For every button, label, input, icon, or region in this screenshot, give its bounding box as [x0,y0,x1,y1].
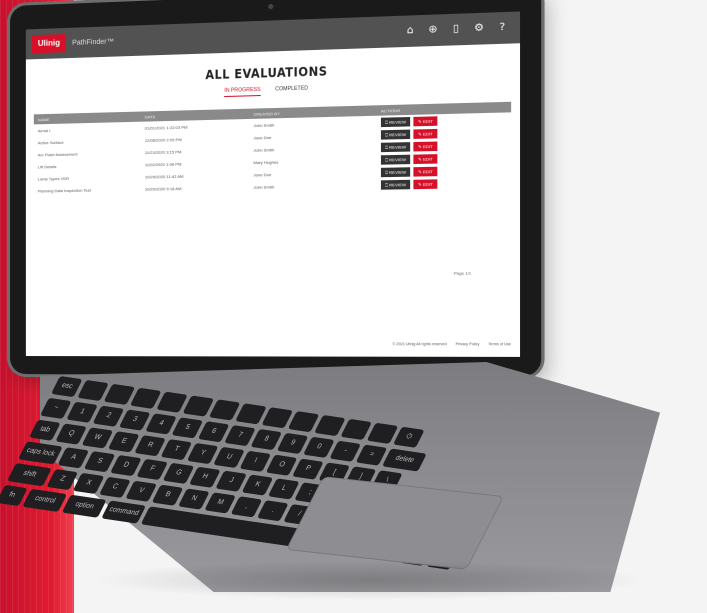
edit-button[interactable]: ✎ EDIT [413,140,438,151]
review-button[interactable]: ⎕ REVIEW [380,154,411,165]
edit-button[interactable]: ✎ EDIT [413,128,438,139]
product-name: PathFinder™ [72,37,114,47]
row-created-by: John Smith [253,146,275,153]
row-name: Active Surface [37,139,64,145]
keyboard-key: caps lock [18,441,63,465]
row-date: 10/20/2020 9:18 AM [144,185,182,192]
footer-copyright: © 2021 Ulinig All rights reserved [392,342,447,347]
tab-in-progress[interactable]: IN PROGRESS [224,86,261,98]
laptop-lid: Ulinig PathFinder™ ⌂ ⊕ ▯ ⚙ ? ALL EVALUAT… [10,0,542,377]
row-date: 11/02/2020 1:08 PM [144,160,182,167]
review-button[interactable]: ⎕ REVIEW [380,179,411,190]
document-icon[interactable]: ▯ [449,23,462,36]
row-name: Aerial I [37,127,51,133]
keyboard-key: option [61,494,107,518]
keyboard-key: shift [7,463,52,487]
tab-completed[interactable]: COMPLETED [275,85,308,95]
edit-button[interactable]: ✎ EDIT [413,153,438,164]
header-icons: ⌂ ⊕ ▯ ⚙ ? [404,21,509,37]
footer: © 2021 Ulinig All rights reserved Privac… [393,342,512,346]
row-created-by: Jane Doe [253,134,272,140]
laptop-shadow [90,560,650,600]
review-button[interactable]: ⎕ REVIEW [380,129,411,140]
keyboard-key: delete [382,448,427,472]
laptop-screen: Ulinig PathFinder™ ⌂ ⊕ ▯ ⚙ ? ALL EVALUAT… [25,11,521,357]
footer-privacy-link[interactable]: Privacy Policy [456,342,480,346]
column-header-date[interactable]: DATE [145,111,254,119]
brand-logo[interactable]: Ulinig [31,34,67,54]
edit-button[interactable]: ✎ EDIT [413,178,438,189]
column-header-created-by[interactable]: CREATED BY [253,108,381,116]
column-header-actions: ACTIONS [380,107,401,114]
column-header-name[interactable]: NAME [34,114,145,122]
evaluations-table: NAME DATE CREATED BY ACTIONS Aerial I 01/… [33,101,512,197]
help-icon[interactable]: ? [496,21,509,34]
row-created-by: John Smith [253,121,275,128]
keyboard-key: ⏻ [393,426,425,448]
edit-button[interactable]: ✎ EDIT [413,115,438,126]
row-name: Lift Details [37,163,57,169]
row-date: 01/01/2021 1:22:03 PM [144,124,188,131]
footer-terms-link[interactable]: Terms of Use [488,342,511,346]
row-date: 10/29/2020 11:42 AM [144,173,184,179]
review-button[interactable]: ⎕ REVIEW [380,141,411,152]
home-icon[interactable]: ⌂ [404,25,417,38]
row-name: Planning Data Inspection Test [37,187,91,194]
row-name: Lamp Types VDR [37,175,70,181]
pager[interactable]: Page 1/1 [454,270,472,275]
row-created-by: John Smith [253,183,275,190]
review-button[interactable]: ⎕ REVIEW [380,116,411,127]
row-name: Arc Flash Assessment [37,151,78,157]
plus-icon[interactable]: ⊕ [426,24,439,37]
gear-icon[interactable]: ⚙ [472,22,485,35]
app-header: Ulinig PathFinder™ ⌂ ⊕ ▯ ⚙ ? [25,11,521,60]
camera [267,3,273,10]
edit-button[interactable]: ✎ EDIT [413,166,438,177]
row-created-by: Jane Doe [253,171,272,177]
review-button[interactable]: ⎕ REVIEW [380,166,411,177]
row-date: 11/23/2020 3:15 PM [144,148,182,155]
row-actions: ⎕ REVIEW ✎ EDIT [380,152,511,165]
keyboard-key: command [101,500,146,524]
row-actions: ⎕ REVIEW ✎ EDIT [380,165,511,177]
keyboard-key: control [22,488,68,512]
row-created-by: Mary Hughes [253,158,279,165]
row-actions: ⎕ REVIEW ✎ EDIT [380,139,511,152]
row-actions: ⎕ REVIEW ✎ EDIT [380,177,511,190]
row-date: 12/08/2020 2:05 PM [144,136,182,143]
